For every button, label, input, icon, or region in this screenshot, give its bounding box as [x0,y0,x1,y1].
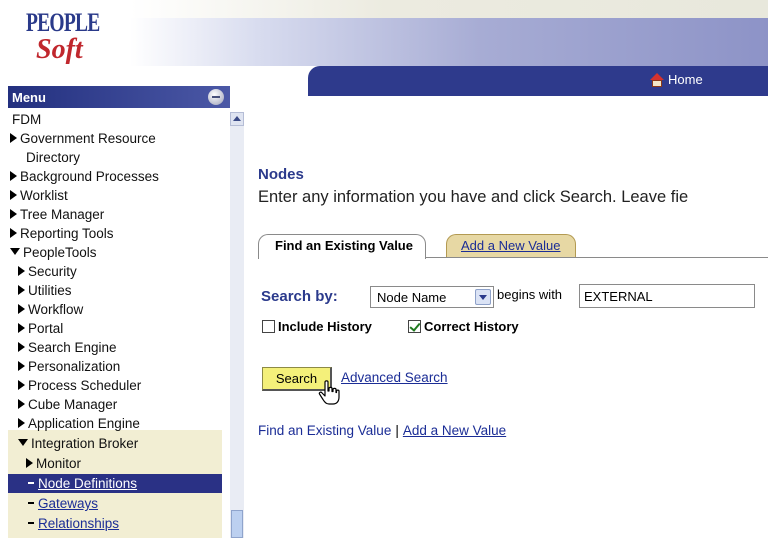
collapse-arrow-icon [10,247,20,255]
scroll-up-icon[interactable] [230,112,244,126]
operator-label: begins with [497,287,563,302]
collapse-icon[interactable] [208,89,224,105]
expand-arrow-icon [18,399,25,410]
menu-item-relationships[interactable]: Relationships [26,514,119,533]
instructions-text: Enter any information you have and click… [258,188,689,206]
menu-item-workflow[interactable]: Workflow [18,300,83,319]
home-label: Home [668,72,703,87]
home-icon [650,72,664,87]
expand-arrow-icon [18,323,25,334]
chevron-down-icon[interactable] [475,289,491,305]
find-existing-value-link[interactable]: Find an Existing Value [258,423,391,438]
menu-item-gateways[interactable]: Gateways [26,494,98,513]
expand-arrow-icon [18,285,25,296]
include-history-checkbox[interactable]: Include History [262,318,372,334]
header-banner [130,0,768,66]
expand-arrow-icon [18,361,25,372]
expand-arrow-icon [10,171,17,182]
expand-arrow-icon [18,304,25,315]
menu-title: Menu [12,90,46,105]
bullet-dash-icon [28,522,34,525]
menu-item-tree-manager[interactable]: Tree Manager [10,205,104,224]
search-field-select[interactable]: Node Name [370,286,494,308]
tab-add-new-value[interactable]: Add a New Value [446,234,576,257]
menu-item-worklist[interactable]: Worklist [10,186,68,205]
search-by-label: Search by: [261,288,338,305]
peoplesoft-logo: PEOPLE Soft [14,6,124,70]
advanced-search-link[interactable]: Advanced Search [341,370,448,385]
menu-panel: Menu FDM Government Resource Directory B… [8,86,230,538]
menu-item-monitor[interactable]: Monitor [26,454,81,473]
checkbox-checked-icon[interactable] [408,319,421,333]
menu-item-personalization[interactable]: Personalization [18,357,120,376]
hand-cursor-icon [318,380,340,405]
home-link[interactable]: Home [650,72,703,87]
scroll-thumb[interactable] [231,510,243,538]
menu-item-node-definitions[interactable]: Node Definitions [8,474,222,493]
expand-arrow-icon [18,342,25,353]
menu-item-fdm[interactable]: FDM [12,110,41,129]
logo-soft-text: Soft [36,34,83,65]
bullet-dash-icon [28,482,34,485]
expand-arrow-icon [10,190,17,201]
include-history-label: Include History [278,318,372,334]
add-new-value-link[interactable]: Add a New Value [403,423,506,438]
search-input[interactable] [579,284,755,308]
expand-arrow-icon [18,266,25,277]
correct-history-checkbox[interactable]: Correct History [408,318,519,334]
expand-arrow-icon [10,228,17,239]
expand-arrow-icon [10,209,17,220]
correct-history-label: Correct History [424,318,519,334]
menu-item-utilities[interactable]: Utilities [18,281,72,300]
menu-scrollbar[interactable] [230,112,244,538]
expand-arrow-icon [26,458,33,469]
menu-item-integration-broker[interactable]: Integration Broker [18,434,138,453]
menu-item-application-engine[interactable]: Application Engine [18,414,140,433]
link-separator: | [395,423,399,438]
expand-arrow-icon [18,380,25,391]
menu-item-government-resource[interactable]: Government Resource [10,129,156,148]
collapse-arrow-icon [18,438,28,446]
menu-item-process-scheduler[interactable]: Process Scheduler [18,376,141,395]
tab-find-existing-value[interactable]: Find an Existing Value [258,234,426,259]
menu-item-reporting-tools[interactable]: Reporting Tools [10,224,114,243]
page-title: Nodes [258,166,304,183]
bullet-dash-icon [28,502,34,505]
menu-item-cube-manager[interactable]: Cube Manager [18,395,117,414]
menu-header: Menu [8,86,230,108]
bottom-links: Find an Existing Value | Add a New Value [258,423,506,438]
expand-arrow-icon [18,418,25,429]
search-field-value: Node Name [377,290,447,305]
menu-item-portal[interactable]: Portal [18,319,63,338]
menu-item-directory[interactable]: Directory [26,148,80,167]
menu-item-background-processes[interactable]: Background Processes [10,167,159,186]
expand-arrow-icon [10,133,17,144]
menu-item-peopletools[interactable]: PeopleTools [10,243,97,262]
menu-item-search-engine[interactable]: Search Engine [18,338,117,357]
menu-item-security[interactable]: Security [18,262,77,281]
checkbox-unchecked-icon[interactable] [262,319,275,333]
